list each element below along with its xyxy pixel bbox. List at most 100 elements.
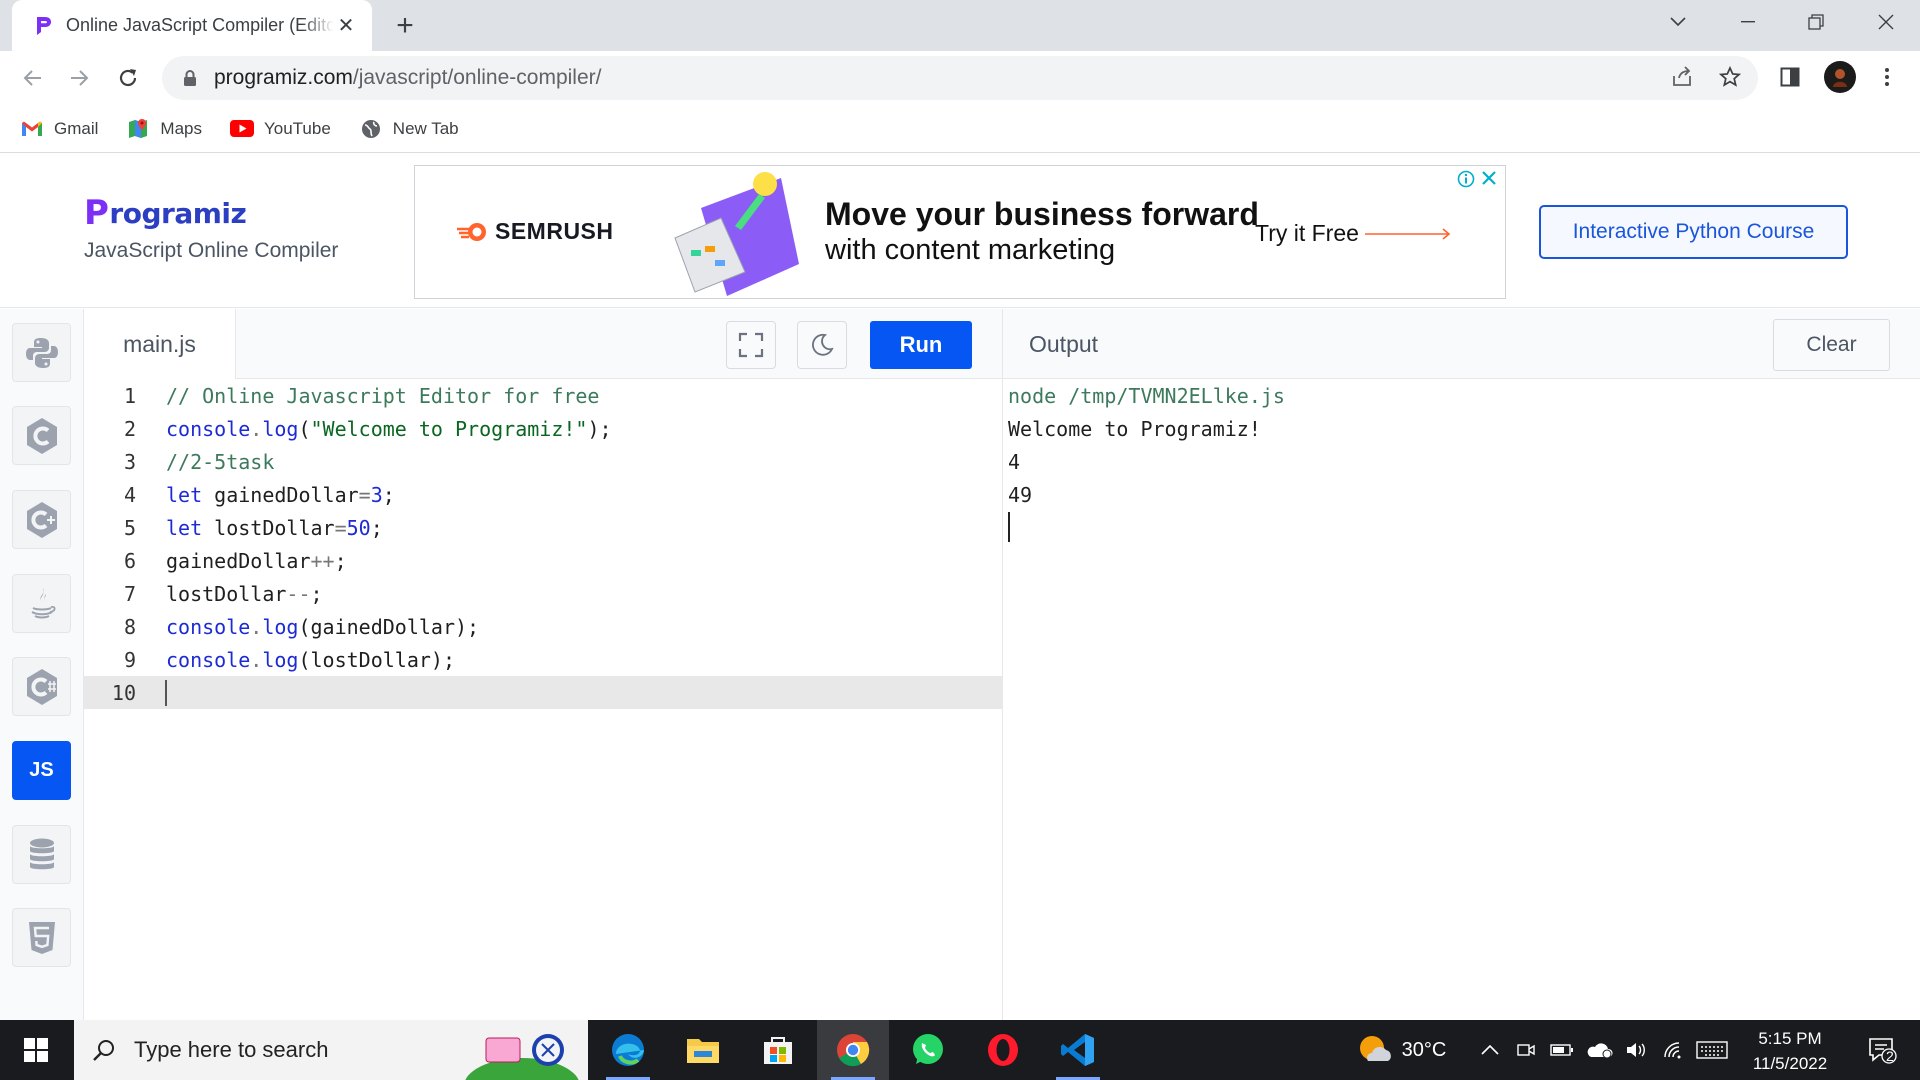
output-console[interactable]: node /tmp/TVMN2ELlke.js Welcome to Progr… [1003, 379, 1920, 1020]
restore-icon[interactable] [1788, 0, 1844, 44]
output-cursor [1008, 512, 1010, 542]
output-label: Output [1029, 330, 1099, 357]
code-line: 3//2-5task [123, 449, 275, 474]
vscode-icon[interactable] [1042, 1020, 1114, 1080]
semrush-flame-icon [457, 222, 486, 241]
bookmark-youtube[interactable]: YouTube [229, 117, 331, 141]
wifi-icon[interactable] [1660, 1020, 1688, 1080]
browser-toolbar: programiz.com/javascript/online-compiler… [0, 51, 1920, 105]
microsoft-store-icon[interactable] [742, 1020, 814, 1080]
csharp-icon[interactable] [12, 657, 71, 716]
ad-choices[interactable] [1457, 170, 1497, 188]
code-line: 8 console.log(gainedDollar); [123, 614, 480, 639]
ad-info-icon[interactable] [1457, 170, 1475, 188]
c-icon[interactable] [12, 406, 71, 465]
search-highlight-icon [465, 1034, 579, 1080]
bookmark-new-tab[interactable]: New Tab [359, 117, 459, 141]
windows-start-icon[interactable] [0, 1020, 72, 1080]
globe-icon [359, 117, 383, 141]
chrome-icon[interactable] [817, 1020, 889, 1080]
java-icon[interactable] [12, 574, 71, 633]
bookmarks-bar: Gmail Maps YouTube New Tab [0, 105, 1920, 153]
onedrive-icon[interactable] [1584, 1020, 1614, 1080]
sql-icon[interactable] [12, 825, 71, 884]
code-line: 2 console.log("Welcome to Programiz!"); [123, 416, 612, 441]
maps-icon [126, 117, 150, 141]
meet-now-icon[interactable] [1514, 1020, 1538, 1080]
output-toolbar: Output Clear [1003, 309, 1920, 379]
bookmark-gmail[interactable]: Gmail [20, 117, 98, 141]
window-close-icon[interactable] [1858, 0, 1914, 44]
taskbar-clock[interactable]: 5:15 PM 11/5/2022 [1730, 1026, 1850, 1076]
output-line: 4 [1008, 449, 1021, 474]
interactive-python-course-button[interactable]: Interactive Python Course [1539, 205, 1848, 259]
cpp-icon[interactable] [12, 490, 71, 549]
opera-icon[interactable] [967, 1020, 1039, 1080]
output-line: 49 [1008, 482, 1033, 507]
code-line: 1// Online Javascript Editor for free [123, 383, 600, 408]
windows-taskbar: Type here to search 30°C 5:15 PM 11/5/20… [0, 1020, 1920, 1080]
code-editor[interactable]: 1// Online Javascript Editor for free 2c… [84, 379, 1002, 1020]
chevron-up-icon[interactable] [1476, 1020, 1504, 1080]
advertisement-banner[interactable]: SEMRUSH Move your business forward with … [414, 165, 1506, 299]
site-header: Programiz JavaScript Online Compiler SEM… [0, 153, 1920, 308]
output-line: Welcome to Programiz! [1008, 416, 1261, 441]
arrow-right-icon [1364, 227, 1451, 240]
file-explorer-icon[interactable] [667, 1020, 739, 1080]
battery-icon[interactable] [1548, 1020, 1576, 1080]
file-tab-main-js[interactable]: main.js [84, 309, 236, 379]
programiz-favicon-icon [32, 15, 54, 37]
profile-avatar[interactable] [1824, 61, 1856, 93]
notification-count: 2 [1886, 1048, 1894, 1064]
ad-cta[interactable]: Try it Free [1255, 220, 1451, 247]
side-panel-icon[interactable] [1775, 62, 1805, 92]
weather-sun-icon [1359, 1036, 1391, 1061]
browser-tab[interactable]: Online JavaScript Compiler (Editor) ✕ [12, 0, 372, 51]
dark-mode-icon[interactable] [797, 321, 847, 369]
output-line: node /tmp/TVMN2ELlke.js [1008, 383, 1285, 408]
page-subtitle: JavaScript Online Compiler [84, 239, 339, 262]
editor-toolbar: main.js Run [84, 309, 1002, 379]
code-line: 9 console.log(lostDollar); [123, 647, 456, 672]
code-line: 7 lostDollar--; [123, 581, 323, 606]
gmail-icon [20, 117, 44, 141]
clear-button[interactable]: Clear [1773, 319, 1890, 371]
fullscreen-icon[interactable] [726, 321, 776, 369]
taskbar-search[interactable]: Type here to search [74, 1020, 588, 1080]
python-icon[interactable] [12, 323, 71, 382]
share-icon[interactable] [1667, 62, 1697, 92]
bookmark-star-icon[interactable] [1715, 62, 1745, 92]
forward-icon[interactable] [62, 60, 98, 96]
browser-menu-icon[interactable] [1872, 62, 1902, 92]
weather-widget[interactable]: 30°C [1352, 1020, 1452, 1080]
edge-icon[interactable] [592, 1020, 664, 1080]
javascript-icon[interactable]: JS [12, 741, 71, 800]
ad-subline: with content marketing [825, 234, 1116, 266]
ad-close-icon[interactable] [1481, 170, 1497, 186]
programiz-brand[interactable]: Programiz JavaScript Online Compiler [84, 193, 338, 263]
notification-center-icon[interactable]: 2 [1860, 1020, 1904, 1080]
ad-illustration-icon [674, 172, 799, 296]
new-tab-icon[interactable]: + [388, 9, 422, 43]
youtube-icon [229, 117, 254, 141]
minimize-icon[interactable] [1720, 0, 1776, 44]
programiz-logo: Programiz [84, 193, 247, 233]
code-line: 6 gainedDollar++; [123, 548, 347, 573]
tab-search-icon[interactable] [1650, 0, 1706, 44]
search-icon [93, 1040, 114, 1061]
address-bar[interactable]: programiz.com/javascript/online-compiler… [162, 56, 1758, 100]
language-sidebar: JS [0, 309, 84, 1020]
tab-title: Online JavaScript Compiler (Editor) [66, 15, 334, 35]
back-icon[interactable] [14, 60, 50, 96]
html5-icon[interactable] [12, 908, 71, 967]
whatsapp-icon[interactable] [892, 1020, 964, 1080]
reload-icon[interactable] [110, 60, 146, 96]
keyboard-icon[interactable] [1694, 1020, 1730, 1080]
url-text: programiz.com/javascript/online-compiler… [214, 66, 602, 89]
run-button[interactable]: Run [870, 321, 972, 369]
tab-close-icon[interactable]: ✕ [334, 14, 358, 38]
volume-icon[interactable] [1622, 1020, 1650, 1080]
bookmark-maps[interactable]: Maps [126, 117, 202, 141]
code-line-current: 10 [84, 676, 1002, 709]
semrush-logo: SEMRUSH [455, 218, 614, 245]
